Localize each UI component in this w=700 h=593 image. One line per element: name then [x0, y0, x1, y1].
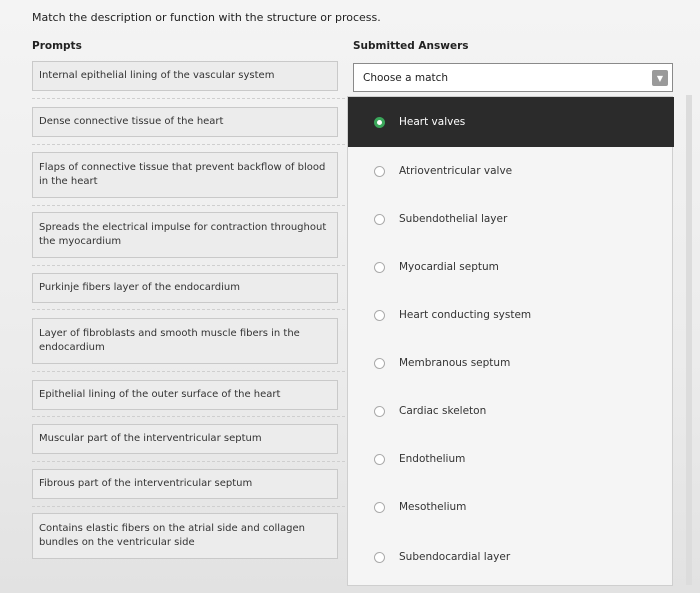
prompt-item: Purkinje fibers layer of the endocardium	[32, 273, 338, 303]
radio-icon	[374, 213, 385, 225]
radio-icon	[374, 165, 385, 177]
prompt-item: Layer of fibroblasts and smooth muscle f…	[32, 318, 338, 364]
option-label: Endothelium	[399, 453, 466, 465]
match-dropdown-list: Heart valves Atrioventricular valve Sube…	[347, 96, 674, 586]
option-label: Membranous septum	[399, 357, 511, 369]
page-scrollbar[interactable]	[686, 95, 692, 585]
prompt-item: Epithelial lining of the outer surface o…	[32, 380, 338, 410]
instruction-text: Match the description or function with t…	[32, 11, 381, 24]
prompt-divider	[32, 506, 350, 507]
radio-icon	[374, 357, 385, 369]
radio-icon	[374, 261, 385, 273]
prompt-item: Dense connective tissue of the heart	[32, 107, 338, 137]
prompt-divider	[32, 265, 350, 266]
option-label: Mesothelium	[399, 501, 467, 513]
select-value: Choose a match	[363, 71, 449, 84]
prompt-divider	[32, 309, 350, 310]
prompt-divider	[32, 371, 350, 372]
radio-icon	[374, 453, 385, 465]
option-label: Heart conducting system	[399, 309, 532, 321]
prompt-item: Fibrous part of the interventricular sep…	[32, 469, 338, 499]
prompt-item: Spreads the electrical impulse for contr…	[32, 212, 338, 258]
chevron-down-icon[interactable]: ▼	[652, 70, 668, 86]
option-label: Subendothelial layer	[399, 213, 508, 225]
prompts-header: Prompts	[32, 40, 82, 52]
prompt-divider	[32, 205, 350, 206]
prompt-divider	[32, 416, 350, 417]
option-label: Cardiac skeleton	[399, 405, 487, 417]
radio-icon	[374, 551, 385, 563]
option-endothelium[interactable]: Endothelium	[348, 435, 674, 483]
option-heart-conducting-system[interactable]: Heart conducting system	[348, 291, 674, 339]
prompt-divider	[32, 144, 350, 145]
option-membranous-septum[interactable]: Membranous septum	[348, 339, 674, 387]
option-heart-valves[interactable]: Heart valves	[348, 97, 674, 147]
answers-header: Submitted Answers	[353, 40, 469, 52]
radio-selected-icon	[374, 116, 385, 128]
option-mesothelium[interactable]: Mesothelium	[348, 483, 674, 531]
option-label: Subendocardial layer	[399, 551, 511, 563]
option-atrioventricular-valve[interactable]: Atrioventricular valve	[348, 147, 674, 195]
option-label: Myocardial septum	[399, 261, 499, 273]
radio-icon	[374, 501, 385, 513]
option-myocardial-septum[interactable]: Myocardial septum	[348, 243, 674, 291]
option-subendothelial-layer[interactable]: Subendothelial layer	[348, 195, 674, 243]
option-subendocardial-layer[interactable]: Subendocardial layer	[348, 533, 674, 581]
match-select[interactable]: Choose a match ▼	[353, 63, 673, 92]
prompt-divider	[32, 461, 350, 462]
radio-icon	[374, 405, 385, 417]
prompt-item: Contains elastic fibers on the atrial si…	[32, 513, 338, 559]
prompt-item: Muscular part of the interventricular se…	[32, 424, 338, 454]
radio-icon	[374, 309, 385, 321]
option-label: Atrioventricular valve	[399, 165, 513, 177]
prompt-item: Flaps of connective tissue that prevent …	[32, 152, 338, 198]
prompt-item: Internal epithelial lining of the vascul…	[32, 61, 338, 91]
option-cardiac-skeleton[interactable]: Cardiac skeleton	[348, 387, 674, 435]
prompt-divider	[32, 98, 350, 99]
option-label: Heart valves	[399, 116, 466, 128]
